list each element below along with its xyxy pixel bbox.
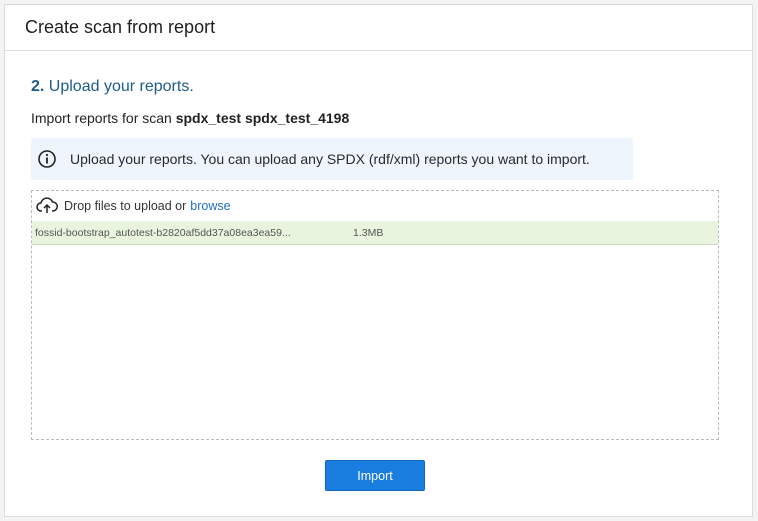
dropzone-prompt-row: Drop files to upload or browse [32, 191, 718, 221]
file-dropzone[interactable]: Drop files to upload or browse fossid-bo… [31, 190, 719, 440]
step-number: 2. [31, 78, 45, 95]
panel-header: Create scan from report [5, 5, 752, 51]
import-prefix: Import reports for scan [31, 110, 172, 126]
file-row: fossid-bootstrap_autotest-b2820af5dd37a0… [32, 221, 718, 245]
info-text: Upload your reports. You can upload any … [70, 151, 590, 167]
cloud-upload-icon [36, 197, 58, 215]
info-circle-icon [38, 150, 56, 168]
step-title: Upload your reports. [48, 78, 194, 95]
step-heading: 2. Upload your reports. [31, 78, 194, 96]
panel-title: Create scan from report [25, 17, 216, 37]
dropzone-prompt: Drop files to upload or [64, 199, 187, 213]
info-box: Upload your reports. You can upload any … [31, 138, 633, 180]
import-scan-line: Import reports for scan spdx_test spdx_t… [31, 110, 349, 126]
file-size: 1.3MB [353, 226, 384, 239]
browse-link[interactable]: browse [190, 199, 230, 213]
file-name: fossid-bootstrap_autotest-b2820af5dd37a0… [35, 226, 291, 239]
scan-name: spdx_test spdx_test_4198 [175, 110, 350, 126]
import-button[interactable]: Import [325, 460, 425, 491]
